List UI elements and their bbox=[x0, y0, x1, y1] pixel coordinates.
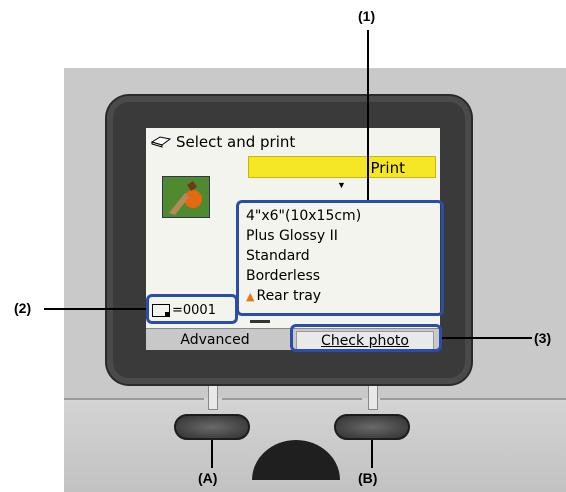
callout-label-b: (B) bbox=[358, 470, 378, 486]
callout-label-3: (3) bbox=[534, 330, 552, 346]
callout-label-a: (A) bbox=[198, 470, 218, 486]
callout-leader-lines bbox=[44, 30, 532, 468]
callout-label-2: (2) bbox=[14, 300, 32, 316]
callout-label-1: (1) bbox=[358, 8, 376, 24]
